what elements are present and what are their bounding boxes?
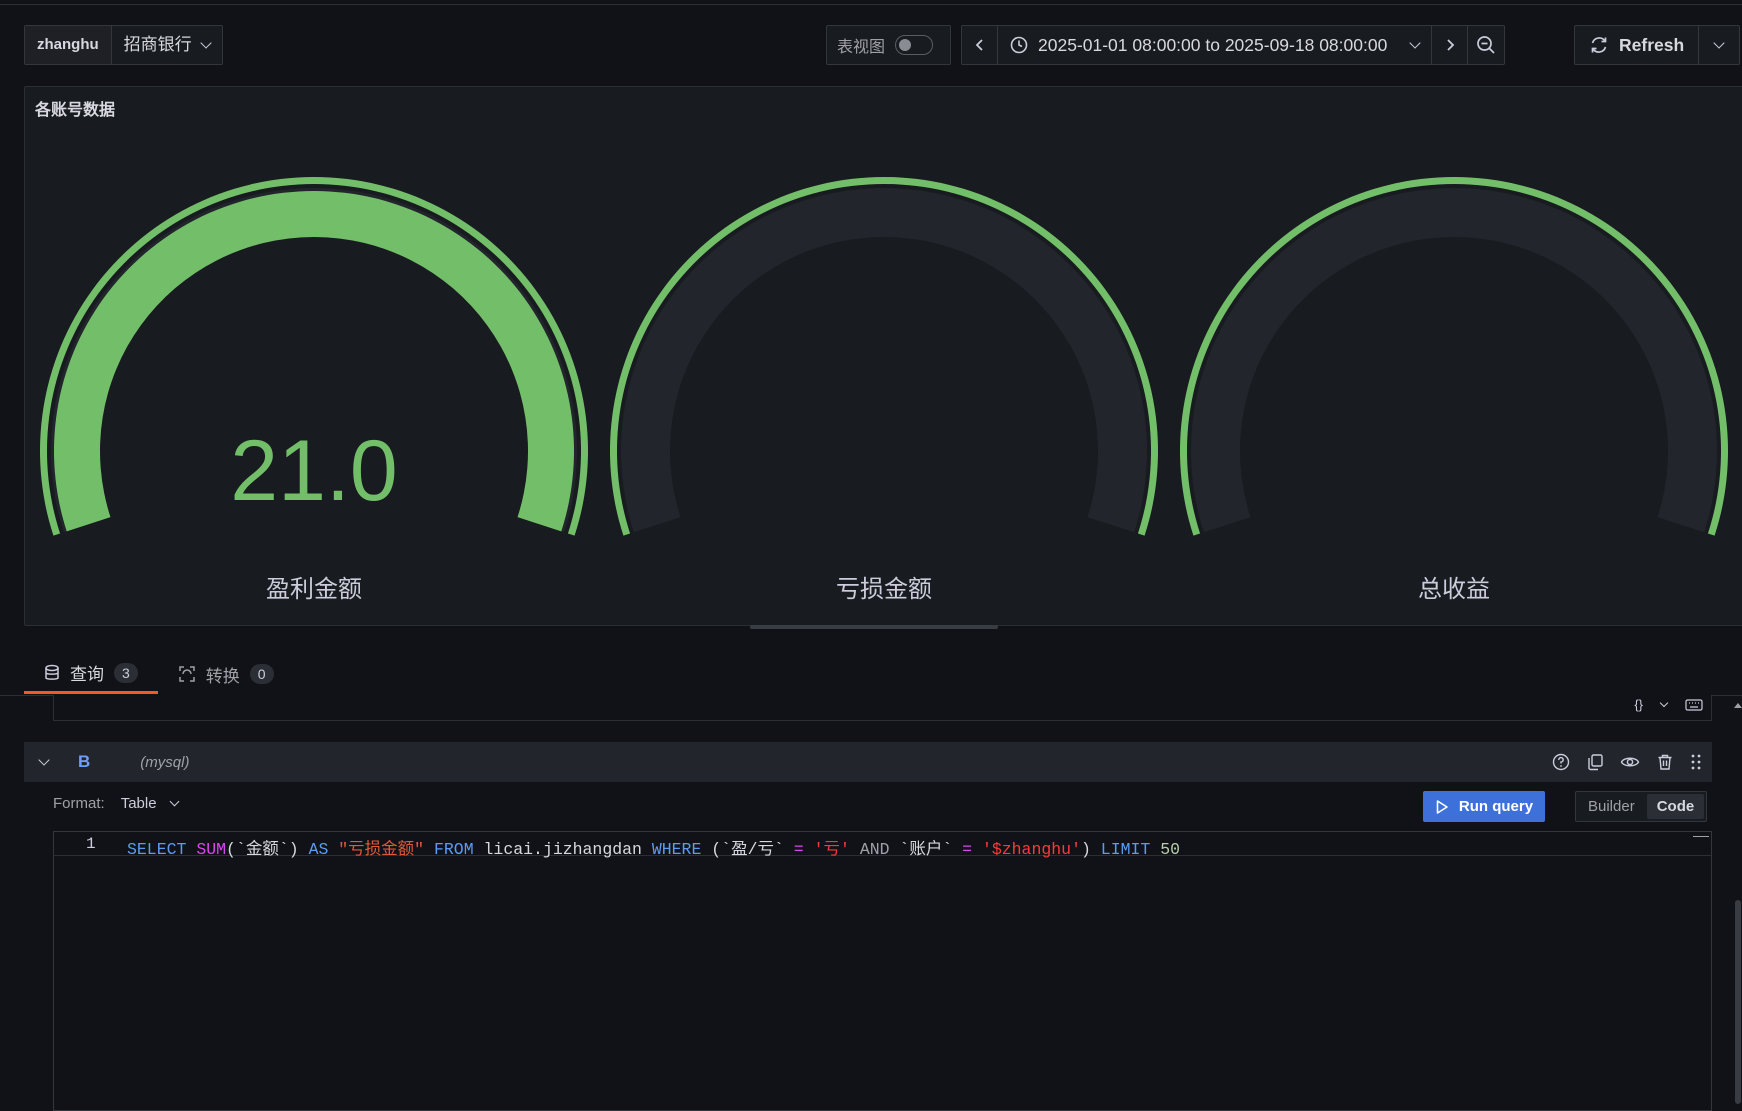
run-query-button[interactable]: Run query	[1423, 791, 1545, 822]
format-json-icon[interactable]: {}	[1634, 697, 1643, 712]
chevron-down-icon	[169, 796, 179, 807]
gauges-svg: 21.0 盈利金额 亏损金额 总收益	[39, 176, 1728, 603]
editor-scrollbar[interactable]	[1733, 695, 1742, 1104]
query-datasource: (mysql)	[140, 753, 190, 771]
gauge-label: 总收益	[1418, 576, 1490, 603]
play-icon	[1436, 799, 1448, 814]
gauge-track	[1190, 187, 1717, 533]
tab-transformations-label: 转换	[205, 666, 240, 686]
tab-transformations-count: 0	[249, 664, 274, 684]
sql-code-editor[interactable]: 1 SELECT SUM(`金额`) AS "亏损金额" FROM licai.…	[53, 831, 1712, 1111]
sql-token: )	[1080, 840, 1101, 859]
sql-token: WHERE	[651, 840, 702, 859]
query-name[interactable]: B	[78, 752, 90, 772]
gauge-label: 盈利金额	[266, 576, 362, 603]
sql-token: SELECT	[127, 840, 187, 859]
keyboard-icon[interactable]	[1685, 698, 1703, 711]
gauge-value: 21.0	[230, 423, 397, 519]
sql-token: AND	[859, 840, 890, 859]
sql-token: "亏损金额"	[338, 840, 425, 859]
minimap-marker	[1693, 836, 1709, 837]
previous-query-editor[interactable]: {}	[53, 695, 1712, 721]
editor-tabs: 查询 3 转换 0	[24, 654, 294, 694]
tab-queries[interactable]: 查询 3	[24, 654, 158, 694]
chevron-down-icon[interactable]	[1659, 698, 1669, 708]
panel-resize-handle[interactable]	[750, 625, 998, 629]
scrollbar-thumb[interactable]	[1735, 900, 1741, 1104]
sql-token: SUM	[196, 840, 227, 859]
sql-token: LIMIT	[1100, 840, 1151, 859]
editor-mode-switch: Builder Code	[1575, 791, 1708, 822]
sql-token: '亏'	[813, 840, 850, 859]
builder-mode-button[interactable]: Builder	[1578, 794, 1645, 819]
sql-token: (`金额`)	[226, 840, 309, 859]
sql-token: FROM	[434, 840, 474, 859]
sql-token: =	[793, 840, 804, 859]
line-number: 1	[86, 835, 96, 853]
duplicate-icon[interactable]	[1586, 753, 1604, 771]
sql-token: '$zhanghu'	[981, 840, 1081, 859]
format-dropdown[interactable]: Table	[120, 795, 179, 812]
eye-icon[interactable]	[1620, 753, 1640, 771]
editor-tools: {}	[1634, 697, 1703, 712]
sql-token: (`盈/亏`	[701, 840, 794, 859]
database-icon	[45, 664, 59, 680]
sql-text[interactable]: SELECT SUM(`金额`) AS "亏损金额" FROM licai.ji…	[127, 835, 1180, 859]
sql-token: AS	[308, 840, 329, 859]
sql-token: `账户`	[889, 840, 963, 859]
trash-icon[interactable]	[1656, 753, 1674, 771]
collapse-chevron-icon[interactable]	[38, 753, 50, 766]
scroll-up-arrow-icon[interactable]	[1734, 703, 1742, 708]
run-query-label: Run query	[1458, 798, 1534, 815]
tab-queries-label: 查询	[70, 665, 104, 684]
query-actions	[1552, 742, 1702, 782]
sql-token: =	[962, 840, 973, 859]
gauge-track	[620, 187, 1147, 533]
transform-icon	[179, 666, 195, 682]
drag-handle-icon[interactable]	[1690, 753, 1702, 771]
gauge-label: 亏损金额	[836, 576, 932, 603]
query-row-header: B (mysql)	[24, 742, 1712, 782]
sql-token: licai.jizhangdan	[473, 840, 652, 859]
help-icon[interactable]	[1552, 753, 1570, 771]
code-mode-button[interactable]: Code	[1646, 794, 1705, 819]
sql-token: 50	[1160, 840, 1181, 859]
format-label: Format:	[53, 795, 105, 812]
tab-queries-count: 3	[114, 662, 138, 683]
format-value: Table	[120, 795, 157, 812]
format-selector: Format: Table	[53, 795, 179, 812]
tab-transformations[interactable]: 转换 0	[158, 654, 294, 694]
